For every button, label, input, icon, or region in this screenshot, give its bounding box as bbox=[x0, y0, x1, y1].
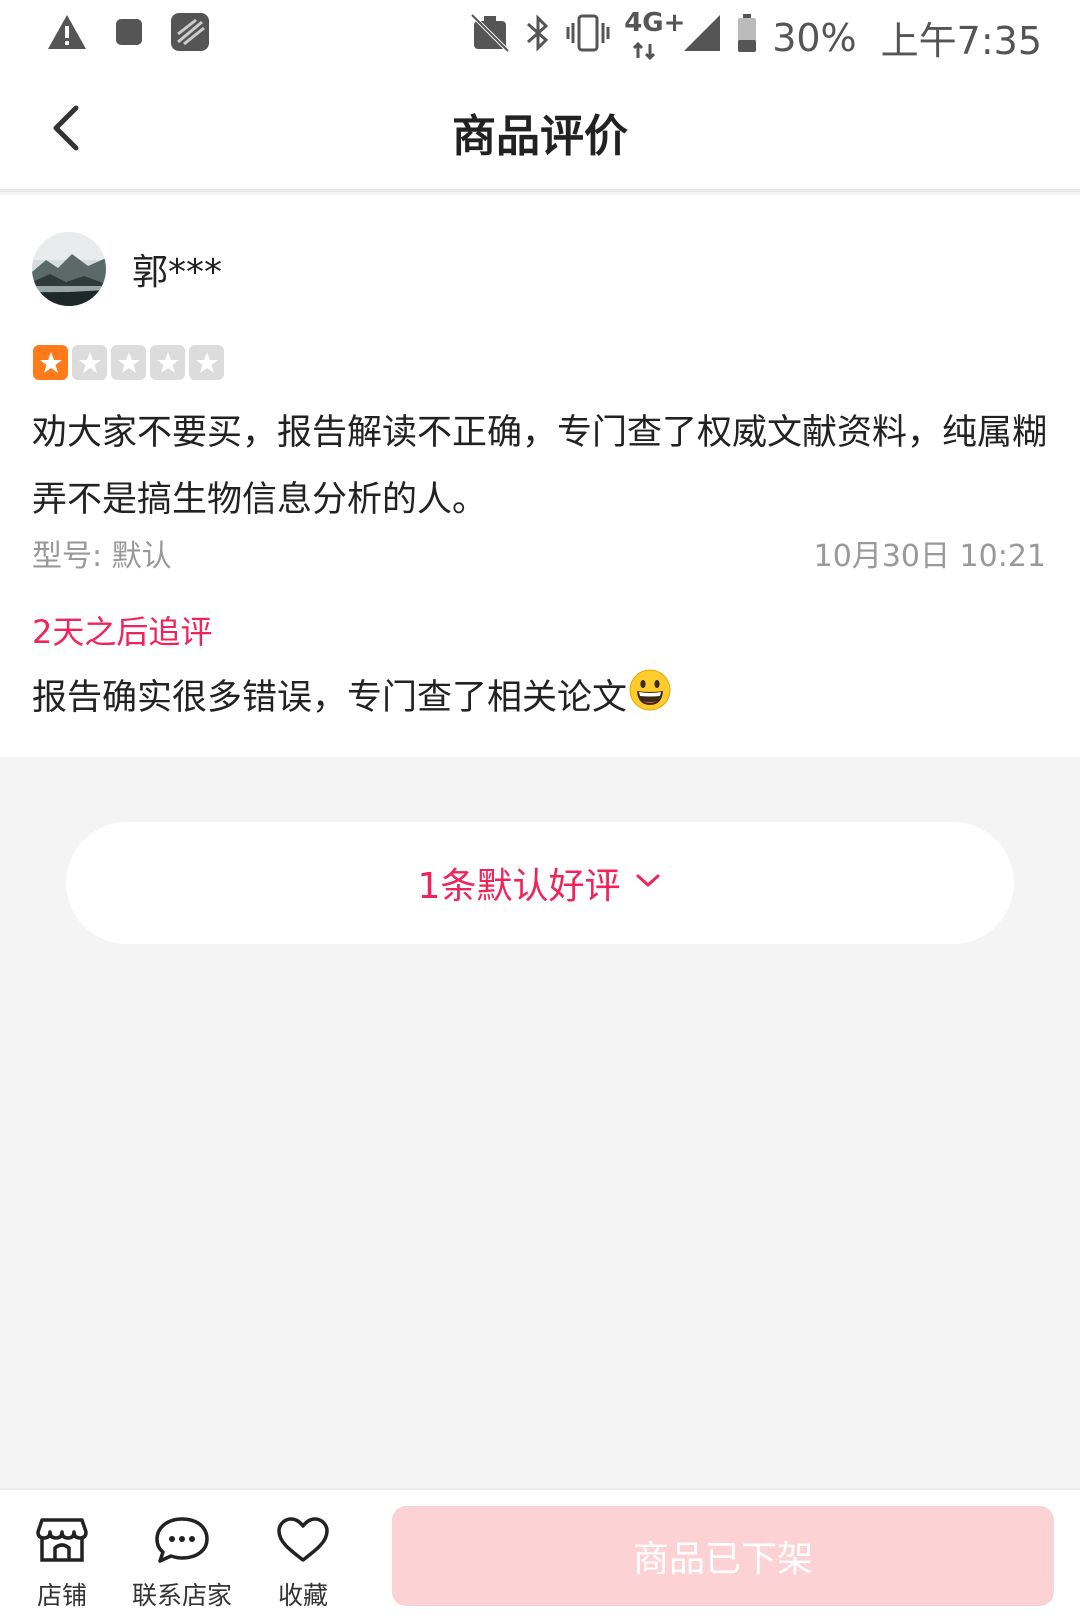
no-sim-icon bbox=[470, 13, 510, 62]
review-model: 型号: 默认 bbox=[32, 539, 172, 574]
tab-contact-seller-label: 联系店家 bbox=[132, 1581, 233, 1610]
star-icon bbox=[111, 345, 146, 380]
signal-icon bbox=[682, 13, 722, 62]
battery-percent: 30% bbox=[772, 15, 857, 60]
followup-content: 报告确实很多错误，专门查了相关论文 bbox=[32, 678, 628, 718]
star-icon bbox=[189, 345, 224, 380]
tab-favorite[interactable]: 收藏 bbox=[276, 1516, 330, 1612]
bottom-bar: 店铺 联系店家 收藏 商品已下架 bbox=[0, 1488, 1080, 1620]
top-bar: 商品评价 bbox=[0, 68, 1080, 192]
battery-icon bbox=[736, 13, 758, 62]
review-username: 郭*** bbox=[132, 252, 223, 293]
followup-review: 报告确实很多错误，专门查了相关论文 bbox=[32, 669, 671, 720]
review-content: 劝大家不要买，报告解读不正确，专门查了权威文献资料，纯属糊弄不是搞生物信息分析的… bbox=[32, 413, 1048, 520]
warning-icon bbox=[46, 13, 88, 55]
app-notification-icon bbox=[170, 12, 210, 56]
grinning-face-emoji-icon bbox=[629, 669, 671, 720]
chevron-down-icon bbox=[634, 871, 662, 895]
avatar[interactable] bbox=[32, 232, 106, 306]
review-card: 郭*** 劝大家不要买，报告解读不正确，专门查了权威文献资料，纯属糊弄不是搞生物… bbox=[0, 195, 1080, 757]
bluetooth-icon bbox=[524, 13, 552, 62]
tab-contact-seller[interactable]: 联系店家 bbox=[132, 1516, 232, 1612]
star-icon bbox=[72, 345, 107, 380]
product-unavailable-button[interactable]: 商品已下架 bbox=[392, 1506, 1054, 1606]
heart-icon bbox=[276, 1516, 330, 1568]
tab-store-label: 店铺 bbox=[36, 1581, 87, 1610]
page-title: 商品评价 bbox=[452, 111, 628, 162]
default-reviews-label: 1条默认好评 bbox=[417, 866, 621, 907]
review-date: 10月30日 10:21 bbox=[813, 539, 1046, 574]
star-icon bbox=[33, 345, 68, 380]
store-icon bbox=[36, 1516, 88, 1568]
network-type-text: 4G+ bbox=[624, 7, 686, 38]
vibrate-icon bbox=[566, 13, 610, 62]
network-4g-icon: 4G+ bbox=[624, 8, 685, 60]
clock: 上午7:35 bbox=[880, 19, 1042, 63]
rating-stars bbox=[33, 345, 224, 380]
square-notification-icon bbox=[114, 17, 144, 51]
followup-title: 2天之后追评 bbox=[32, 613, 213, 651]
star-icon bbox=[150, 345, 185, 380]
default-reviews-expand-button[interactable]: 1条默认好评 bbox=[66, 822, 1014, 944]
tab-favorite-label: 收藏 bbox=[277, 1581, 328, 1610]
status-bar: 4G+ 30% 上午7:35 bbox=[0, 0, 1080, 68]
landscape-avatar-image bbox=[32, 232, 106, 306]
chat-bubble-icon bbox=[154, 1516, 210, 1568]
tab-store[interactable]: 店铺 bbox=[36, 1516, 88, 1612]
product-unavailable-label: 商品已下架 bbox=[632, 1539, 813, 1580]
